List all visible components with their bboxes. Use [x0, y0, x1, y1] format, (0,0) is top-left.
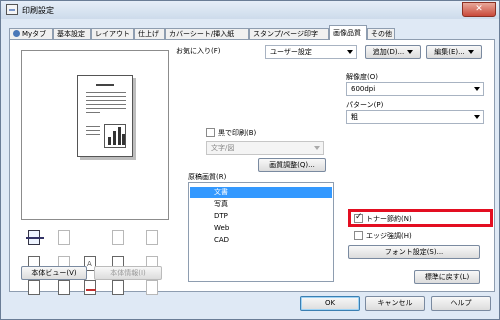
- window-title: 印刷設定: [22, 6, 54, 15]
- pattern-label: パターン(P): [346, 101, 384, 109]
- title-bar: 印刷設定 ✕: [1, 1, 499, 19]
- black-print-label: 黒で印刷(B): [218, 129, 257, 137]
- toner-save-label: トナー節約(N): [366, 215, 412, 223]
- edit-favorite-label: 編集(E)...: [434, 48, 465, 56]
- chevron-down-icon: [314, 146, 320, 150]
- chevron-down-icon: [347, 50, 353, 54]
- font-settings-button[interactable]: フォント設定(S)...: [348, 245, 480, 259]
- cancel-button[interactable]: キャンセル: [365, 296, 425, 311]
- edge-enhance-checkbox[interactable]: [354, 231, 363, 240]
- duplex-icon: [55, 229, 75, 247]
- favorites-value: ユーザー設定: [270, 48, 312, 56]
- punch-icon: [143, 229, 163, 247]
- restore-defaults-button[interactable]: 標準に戻す(L): [414, 270, 480, 284]
- list-item[interactable]: 写真: [190, 199, 332, 210]
- toner-save-checkbox[interactable]: [354, 212, 363, 223]
- original-quality-label: 原稿画質(R): [188, 173, 227, 181]
- original-quality-list[interactable]: 文書 写真 DTP Web CAD: [188, 182, 334, 282]
- close-button[interactable]: ✕: [462, 2, 496, 17]
- favorites-dropdown[interactable]: ユーザー設定: [265, 45, 357, 59]
- add-favorite-label: 追加(D)...: [372, 48, 405, 56]
- list-item[interactable]: DTP: [190, 211, 332, 222]
- resolution-value: 600dpi: [351, 85, 376, 93]
- staple-icon: [109, 229, 129, 247]
- tab-label: Myタブ: [22, 30, 47, 38]
- edit-favorite-button[interactable]: 編集(E)...: [426, 45, 482, 59]
- edge-enhance-label: エッジ強調(H): [366, 232, 412, 240]
- tab-strip: Myタブ 基本設定 レイアウト 仕上げ カバーシート/挿入紙 スタンプ/ページ印…: [9, 25, 495, 40]
- ok-button[interactable]: OK: [300, 296, 360, 311]
- resolution-label: 解像度(O): [346, 73, 378, 81]
- chevron-down-icon: [407, 50, 414, 54]
- pattern-value: 粗: [351, 113, 358, 121]
- pattern-dropdown[interactable]: 粗: [346, 110, 484, 124]
- chevron-down-icon: [474, 115, 480, 119]
- document-preview-icon: [77, 75, 133, 157]
- device-info-button: 本体情報(I): [94, 266, 162, 280]
- list-item[interactable]: 文書: [190, 187, 332, 198]
- quality-adjust-button[interactable]: 画質調整(Q)...: [258, 158, 326, 172]
- add-favorite-button[interactable]: 追加(D)...: [365, 45, 421, 59]
- printer-app-icon: [6, 4, 18, 15]
- list-item[interactable]: Web: [190, 223, 332, 234]
- black-print-mode-dropdown: 文字/図: [206, 141, 324, 155]
- print-settings-window: 印刷設定 ✕ Myタブ 基本設定 レイアウト 仕上げ カバーシート/挿入紙 スタ…: [0, 0, 500, 320]
- dialog-footer: OK キャンセル ヘルプ: [1, 293, 499, 320]
- favorites-label: お気に入り(F): [176, 47, 221, 55]
- page-preview: [21, 50, 169, 220]
- black-print-checkbox[interactable]: [206, 128, 215, 137]
- function-icon-grid: A: [25, 229, 170, 301]
- resolution-dropdown[interactable]: 600dpi: [346, 82, 484, 96]
- tab-image-quality[interactable]: 画像品質: [329, 25, 367, 40]
- chevron-down-icon: [474, 87, 480, 91]
- list-item[interactable]: CAD: [190, 235, 332, 246]
- chevron-down-icon: [467, 50, 474, 54]
- help-button[interactable]: ヘルプ: [431, 296, 491, 311]
- user-icon: [13, 30, 20, 37]
- black-print-mode-value: 文字/図: [211, 144, 235, 152]
- device-view-button[interactable]: 本体ビュー(V): [21, 266, 87, 280]
- paper-feed-icon: [25, 229, 45, 247]
- image-quality-panel: A 本体ビュー(V) 本体情報(I) お気に入り(F) ユーザー設定 追加(D)…: [9, 39, 495, 295]
